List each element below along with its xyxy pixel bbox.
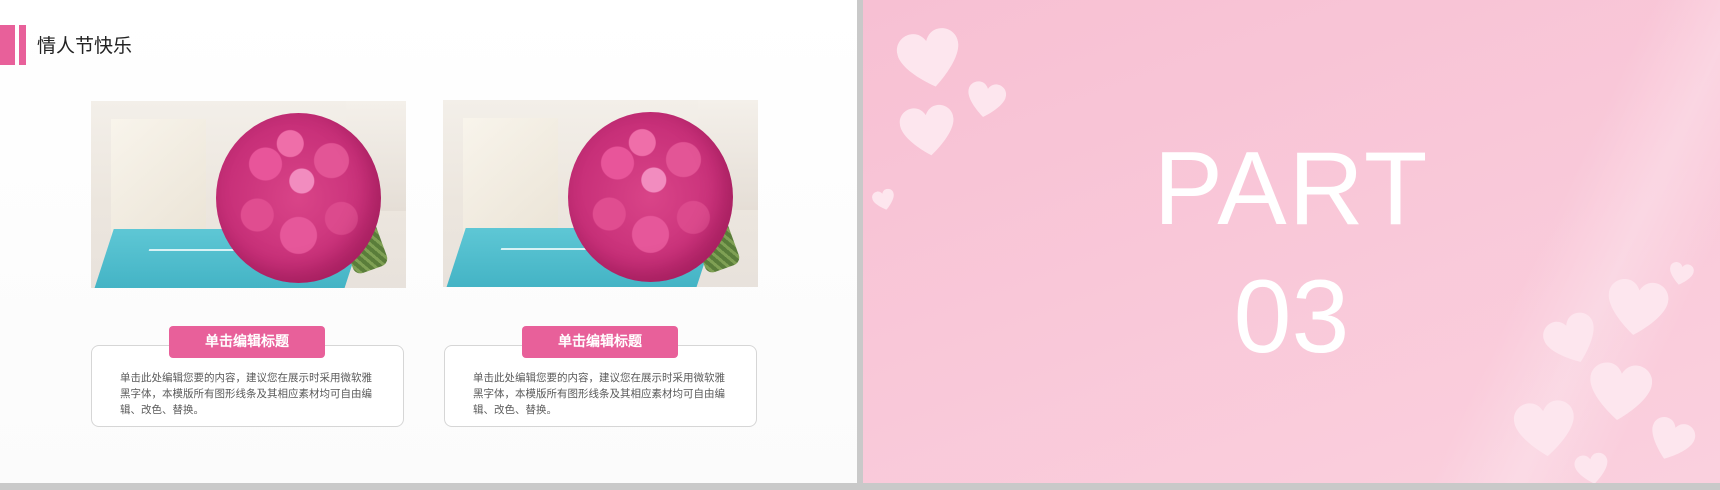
slide-left[interactable]: 情人节快乐 单击此处编辑您要的内容，建议您在展示时采用微软雅黑字体，本模版所有图… xyxy=(0,0,857,483)
caption-heading-button[interactable]: 单击编辑标题 xyxy=(522,326,678,358)
part-label[interactable]: PART xyxy=(863,130,1720,248)
photo-rose-bouquet xyxy=(216,113,381,283)
caption-body[interactable]: 单击此处编辑您要的内容，建议您在展示时采用微软雅黑字体，本模版所有图形线条及其相… xyxy=(120,370,382,418)
slide-title[interactable]: 情人节快乐 xyxy=(37,33,132,59)
heart-icon xyxy=(964,79,1008,121)
title-accent-bar-thin xyxy=(19,25,26,65)
bottom-strip xyxy=(0,483,1720,490)
caption-heading-button[interactable]: 单击编辑标题 xyxy=(169,326,325,358)
photo-background-window xyxy=(463,118,558,238)
title-accent-bar xyxy=(0,25,15,65)
part-number[interactable]: 03 xyxy=(863,258,1720,376)
heart-icon xyxy=(1512,397,1578,461)
heart-icon xyxy=(1573,451,1612,483)
photo-background-window xyxy=(111,119,206,239)
photo-rose-bouquet xyxy=(568,112,733,282)
rose-bouquet-photo[interactable] xyxy=(91,101,406,288)
caption-body[interactable]: 单击此处编辑您要的内容，建议您在展示时采用微软雅黑字体，本模版所有图形线条及其相… xyxy=(473,370,735,418)
heart-icon xyxy=(894,24,967,94)
rose-bouquet-photo[interactable] xyxy=(443,100,758,287)
slide-right[interactable]: PART 03 xyxy=(863,0,1720,483)
